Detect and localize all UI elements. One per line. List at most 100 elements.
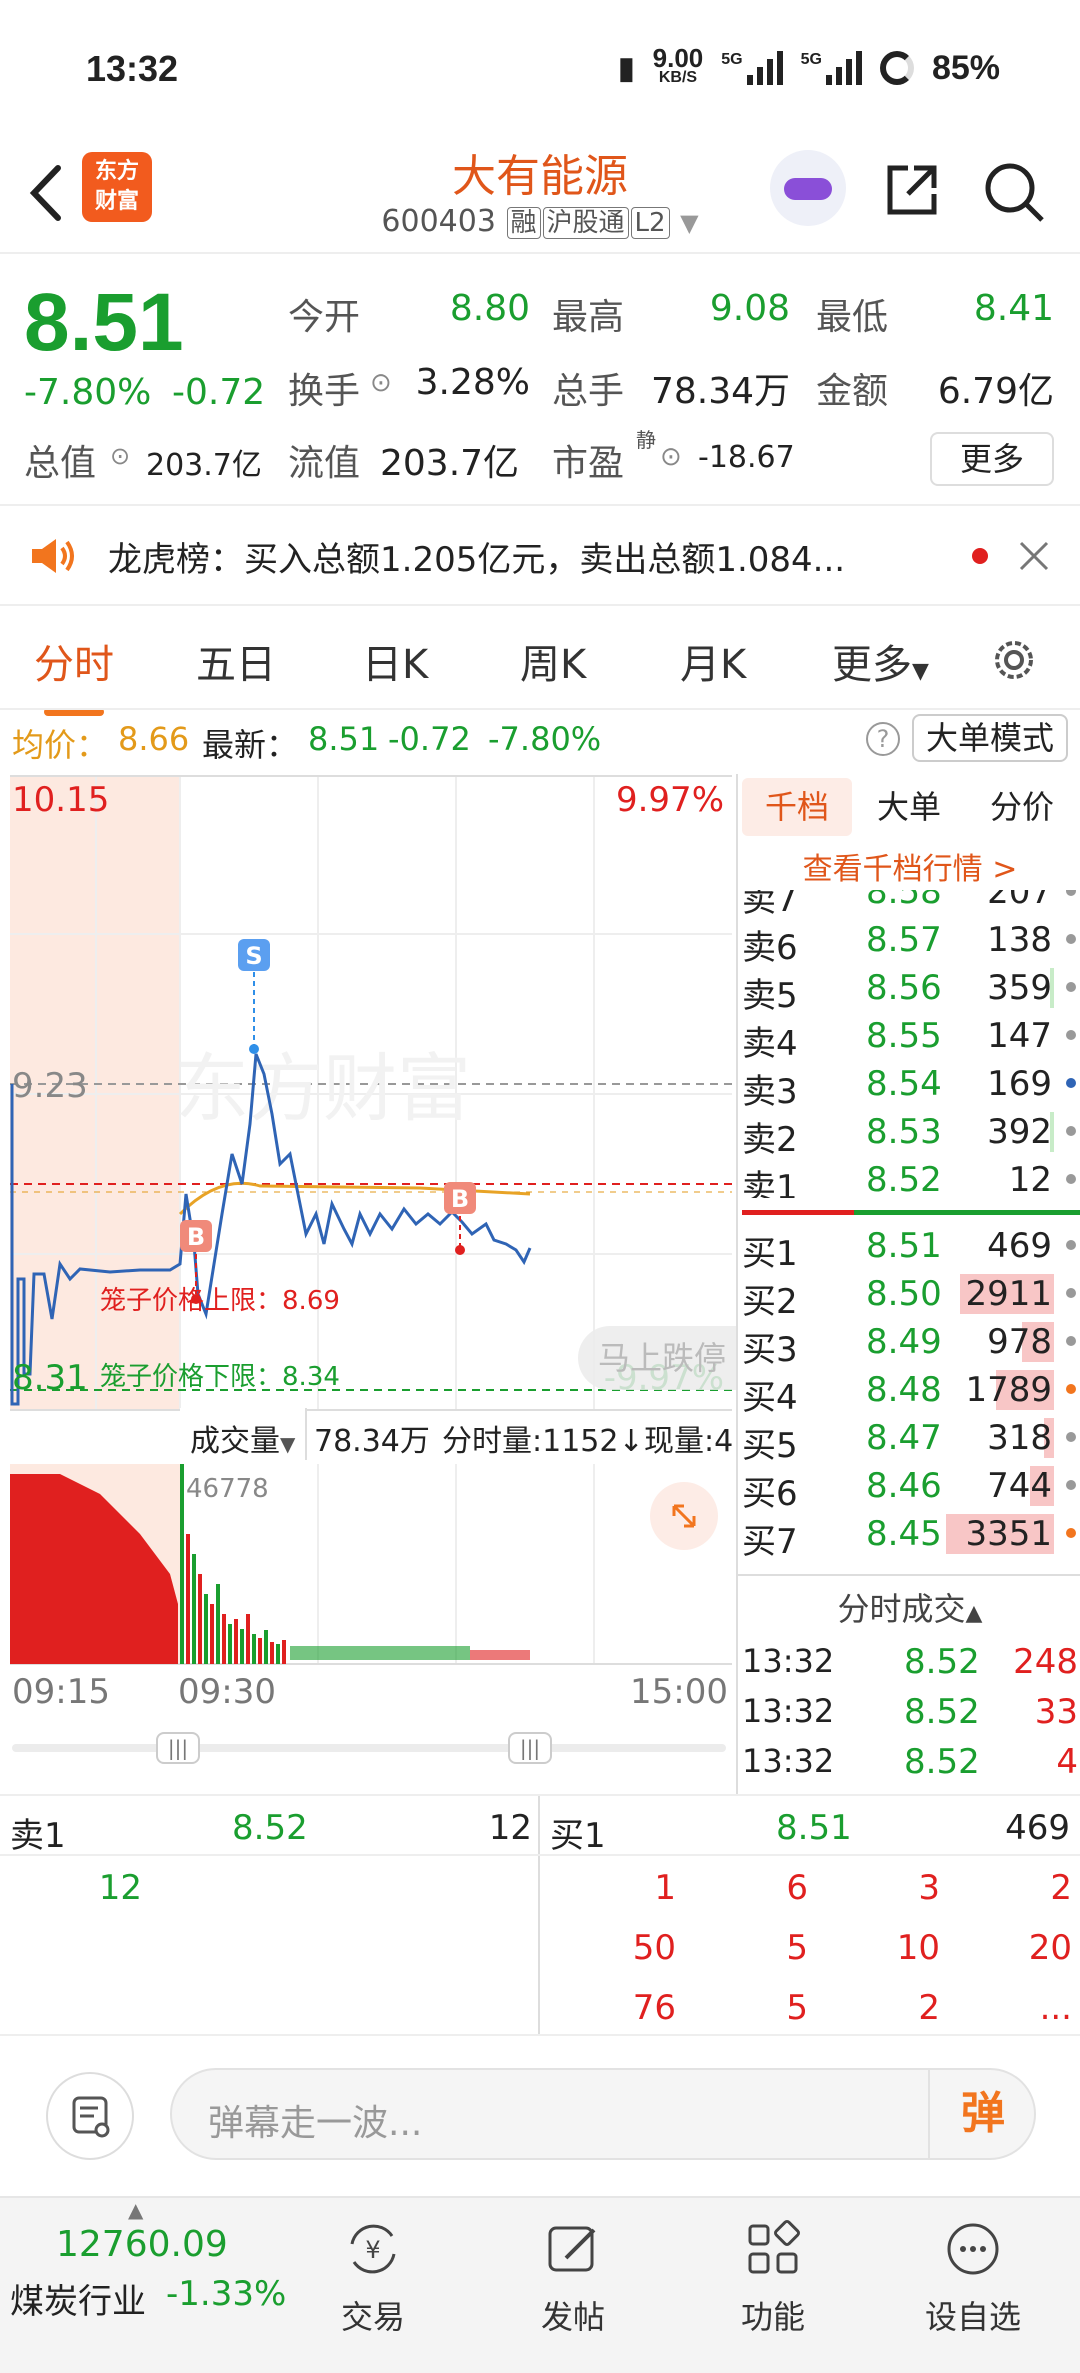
volume-value: 78.34万 [650,371,790,412]
nav-add-watchlist[interactable]: 设自选 [908,2198,1038,2338]
buy-row-3[interactable]: 买3 8.49 978 [738,1318,1080,1370]
turnover-label: 换手 [288,371,361,412]
expand-icon[interactable] [650,1482,718,1550]
pe-label: 市盈 [552,443,625,484]
search-icon[interactable] [980,158,1046,224]
sell-marker-dot [249,1044,259,1054]
tab-monthly[interactable]: 月K [680,632,746,690]
pe-value: -18.67 [698,440,795,475]
float-value: 203.7亿 [380,443,520,484]
gear-icon[interactable] [988,634,1040,686]
buy-levels: 买1 8.51 469 买2 8.50 2911 买3 8.49 978 买4 8.48 178… [738,1222,1080,1562]
buy-marker-1-label: B [187,1223,205,1251]
assistant-avatar[interactable] [770,150,846,226]
sell-row-1[interactable]: 卖1 8.52 12 [738,1156,1080,1198]
volume-selector[interactable]: 成交量▼ [180,1408,308,1460]
battery-icon [879,51,914,85]
avg-price-line [178,1181,531,1216]
buy-row-2[interactable]: 买2 8.50 2911 [738,1270,1080,1322]
tab-more[interactable]: 更多▼ [832,632,929,690]
tab-intraday[interactable]: 分时 [34,632,114,716]
order-book: 千档 大单 分价 查看千档行情 > 卖7 8.58 207 卖6 8.57 138 卖5… [736,774,1080,1794]
stock-header: 东方 财富 大有能源 600403 融沪股通 L2 ▼ [0,140,1080,252]
chevron-up-icon: ▲ [965,1601,983,1626]
queue-buy-item: 50 [632,1928,676,1968]
tab-depth[interactable]: 千档 [742,778,852,836]
danmu-input[interactable]: 弹幕走一波... 弹 [170,2068,1036,2160]
volume-label: 总手 [552,371,625,412]
sell-row-3[interactable]: 卖3 8.54 169 [738,1060,1080,1112]
info-icon-3[interactable]: ⊙ [660,442,682,472]
status-bar: 13:32 ▮ 9.00 KB/S 5G 5G 85% [0,0,1080,140]
tag-connect: 沪股通 [542,207,629,239]
info-icon-2[interactable]: ⊙ [370,368,392,398]
sell-row-4[interactable]: 卖4 8.55 147 [738,1012,1080,1064]
buy-row-5[interactable]: 买5 8.47 318 [738,1414,1080,1466]
axis-max-price: 10.15 [12,780,110,820]
share-icon[interactable] [882,160,942,220]
buy-row-4[interactable]: 买4 8.48 1789 [738,1366,1080,1418]
trades-header[interactable]: 分时成交▲ [738,1574,1080,1630]
queue-buy-item: 5 [786,1988,808,2028]
low-label: 最低 [816,297,889,338]
nav-post[interactable]: 发帖 [508,2198,638,2338]
queue-buy-item: 2 [1050,1868,1072,1908]
last-price: 8.51 [24,277,184,368]
battery-level: 85% [931,48,1000,87]
buy-marker-2-label: B [451,1185,469,1213]
queue-buy-item: 20 [1028,1928,1072,1968]
more-button[interactable]: 更多 [930,432,1054,486]
net-speed-unit: KB/S [658,69,698,86]
tag-l2: L2 [630,207,670,239]
queue-buy-item: 5 [786,1928,808,1968]
tab-daily[interactable]: 日K [362,632,428,690]
danmu-placeholder: 弹幕走一波... [208,2103,423,2144]
order-queue: 卖1 8.52 12 12 买1 8.51 469 1 6 3 2 50 5 1… [0,1794,1080,2036]
sell-row-2[interactable]: 卖2 8.53 392 [738,1108,1080,1160]
mcap-label: 总值 [24,443,97,484]
tab-five-day[interactable]: 五日 [196,632,276,690]
view-depth-link[interactable]: 查看千档行情 > [738,844,1080,888]
time-scrollbar[interactable] [12,1744,726,1752]
danmu-send-button[interactable]: 弹 [928,2070,1036,2158]
queue-buy-item: 1 [654,1868,676,1908]
avg-price-bar: 均价： 8.66 最新： 8.51 -0.72 -7.80% ? 大单模式 [0,708,1080,766]
info-icon[interactable]: ⊙ [110,442,130,470]
nav-trade[interactable]: ¥ 交易 [308,2198,438,2338]
time-open: 09:30 [178,1672,276,1712]
buy-row-7[interactable]: 买7 8.45 3351 [738,1510,1080,1562]
queue-buy-item: 6 [786,1868,808,1908]
tab-big-order[interactable]: 大单 [854,778,964,836]
notice-bar[interactable]: 龙虎榜：买入总额1.205亿元，卖出总额1.084... [0,504,1080,604]
buy-row-6[interactable]: 买6 8.46 744 [738,1462,1080,1514]
current-volume: 现量:4 [644,1424,734,1459]
time-start: 09:15 [12,1672,110,1712]
limit-down-button[interactable]: 马上跌停 [578,1326,738,1390]
low-value: 8.41 [973,288,1054,329]
danmu-settings-icon[interactable] [46,2072,134,2160]
index-name[interactable]: 煤炭行业 [10,2274,146,2323]
cage-upper-label: 笼子价格上限：8.69 [100,1286,340,1316]
nav-functions[interactable]: 功能 [708,2198,838,2338]
close-icon[interactable] [1018,540,1050,572]
range-handle-right[interactable]: ||| [508,1732,552,1764]
help-icon[interactable]: ? [866,722,900,756]
range-handle-left[interactable]: ||| [156,1732,200,1764]
sell-row-6[interactable]: 卖6 8.57 138 [738,916,1080,968]
sell-row-5[interactable]: 卖5 8.56 359 [738,964,1080,1016]
queue-buy-label: 买1 [550,1816,606,1856]
intraday-chart[interactable]: 东方财富 S B B 10.15 9.97% 9.23 8.31 -9. [0,774,738,1794]
tab-weekly[interactable]: 周K [520,632,586,690]
queue-sell-volume: 12 [488,1808,532,1848]
index-value[interactable]: 12760.09 [56,2224,228,2265]
buy-row-1[interactable]: 买1 8.51 469 [738,1222,1080,1274]
queue-buy-item: 2 [918,1988,940,2028]
cage-lower-label: 笼子价格下限：8.34 [100,1362,340,1392]
queue-sell-item: 12 [98,1868,142,1908]
tab-price-split[interactable]: 分价 [966,778,1078,836]
big-order-mode-button[interactable]: 大单模式 [912,714,1068,762]
queue-sell-label: 卖1 [10,1816,66,1856]
sell-row-7[interactable]: 卖7 8.58 207 [738,890,1080,920]
chevron-down-icon: ▼ [912,659,929,684]
trade-row: 13:32 8.52 4 [742,1742,1078,1782]
